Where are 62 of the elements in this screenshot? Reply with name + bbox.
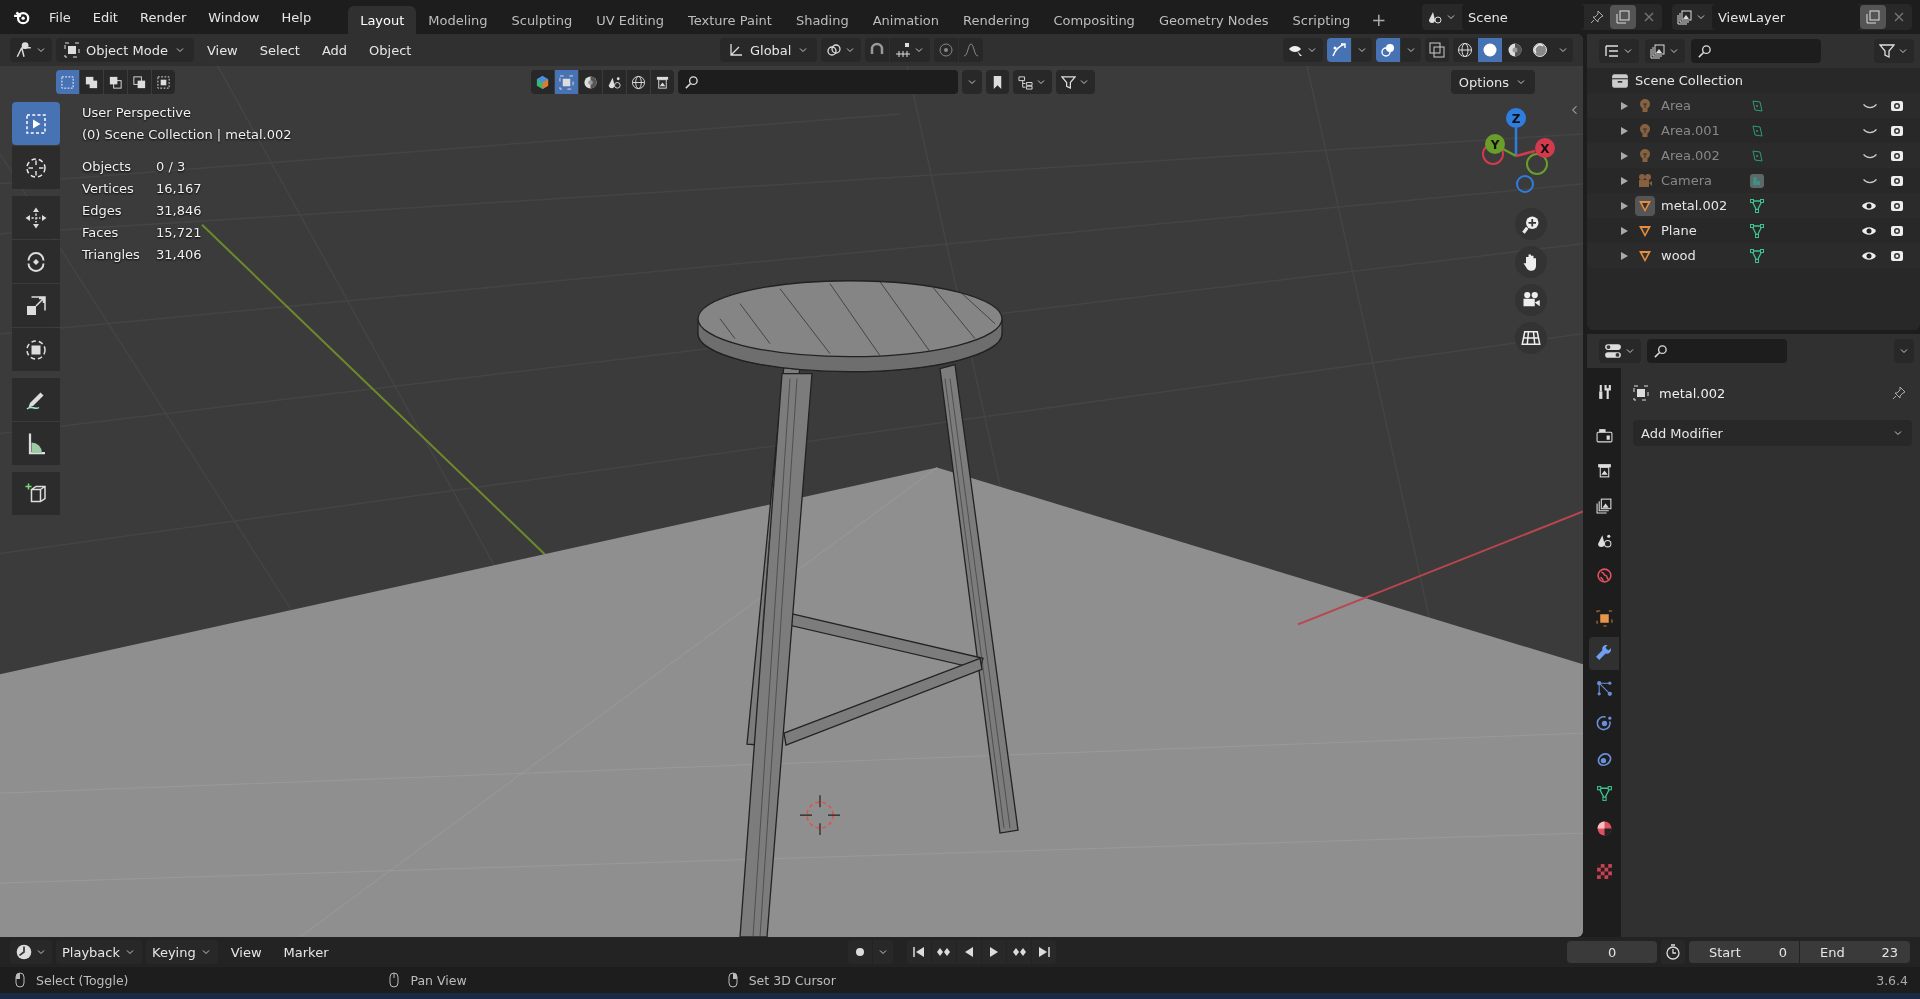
- workspace-tab[interactable]: Sculpting: [499, 6, 585, 34]
- workspace-tab[interactable]: Layout: [348, 6, 417, 34]
- outliner-item[interactable]: Area: [1661, 98, 1741, 113]
- stat-value: 0 / 3: [156, 158, 187, 176]
- status-hint: Pan View: [410, 972, 467, 988]
- view-name: User Perspective: [82, 104, 193, 122]
- outliner-item[interactable]: metal.002: [1661, 198, 1741, 213]
- end-frame-field[interactable]: End 23: [1800, 941, 1910, 963]
- menu-item[interactable]: Help: [272, 5, 321, 29]
- menu-item[interactable]: Object: [360, 38, 421, 62]
- menu-dropdown[interactable]: Keying: [146, 940, 218, 964]
- menu-item[interactable]: Add: [312, 38, 357, 62]
- stat-value: 31,406: [156, 246, 203, 264]
- current-frame-field[interactable]: 0: [1567, 941, 1657, 963]
- outliner-item[interactable]: wood: [1661, 248, 1741, 263]
- menu-item[interactable]: Marker: [274, 940, 338, 964]
- stat-value: 16,167: [156, 180, 203, 198]
- workspace-tab[interactable]: Rendering: [951, 6, 1042, 34]
- add-workspace-button[interactable]: +: [1362, 4, 1396, 34]
- axis-handle[interactable]: Z: [1506, 108, 1526, 128]
- workspace-tab[interactable]: Scripting: [1280, 6, 1363, 34]
- stat-label: Objects: [82, 158, 133, 176]
- workspace-tab[interactable]: Shading: [783, 6, 861, 34]
- options-dropdown[interactable]: Options: [1450, 70, 1535, 94]
- view-layer-name-field[interactable]: ViewLayer: [1712, 4, 1860, 30]
- menu-item[interactable]: View: [197, 38, 247, 62]
- workspace-tab[interactable]: Modeling: [416, 6, 500, 34]
- stat-label: Faces: [82, 224, 120, 242]
- outliner-item[interactable]: Area.002: [1661, 148, 1741, 163]
- outliner-item[interactable]: Area.001: [1661, 123, 1741, 138]
- menu-item[interactable]: Render: [130, 5, 196, 29]
- start-frame-field[interactable]: Start 0: [1689, 941, 1799, 963]
- workspace-tab[interactable]: Geometry Nodes: [1146, 6, 1281, 34]
- status-hint: Set 3D Cursor: [748, 972, 836, 988]
- workspace-tab[interactable]: Compositing: [1041, 6, 1147, 34]
- menu-item[interactable]: Window: [199, 5, 269, 29]
- axis-handle[interactable]: Y: [1485, 134, 1505, 154]
- menu-item[interactable]: View: [221, 940, 271, 964]
- menu-item[interactable]: Select: [250, 38, 309, 62]
- outliner-item[interactable]: Plane: [1661, 223, 1741, 238]
- stat-label: Vertices: [82, 180, 135, 198]
- context-text: (0) Scene Collection | metal.002: [82, 126, 292, 144]
- mode-dropdown[interactable]: Object Mode: [56, 38, 194, 62]
- menu-item[interactable]: File: [40, 5, 80, 29]
- object-name: metal.002: [1659, 385, 1726, 401]
- stat-label: Triangles: [82, 246, 141, 264]
- add-modifier-dropdown[interactable]: Add Modifier: [1633, 420, 1912, 446]
- outliner-item[interactable]: Camera: [1661, 173, 1741, 188]
- scene-name-field[interactable]: Scene: [1462, 4, 1584, 30]
- workspace-tab[interactable]: UV Editing: [584, 6, 676, 34]
- stat-value: 15,721: [156, 224, 203, 242]
- menu-dropdown[interactable]: Playback: [56, 940, 142, 964]
- status-hint: Select (Toggle): [36, 972, 129, 988]
- version-text: 3.6.4: [1876, 972, 1908, 988]
- stat-value: 31,846: [156, 202, 203, 220]
- menu-item[interactable]: Edit: [83, 5, 127, 29]
- axis-handle[interactable]: X: [1535, 138, 1555, 158]
- workspace-tab[interactable]: Texture Paint: [676, 6, 784, 34]
- orientation-dropdown[interactable]: Global: [719, 38, 818, 62]
- stat-label: Edges: [82, 202, 123, 220]
- collection-name[interactable]: Scene Collection: [1635, 73, 1744, 88]
- workspace-tab[interactable]: Animation: [860, 6, 951, 34]
